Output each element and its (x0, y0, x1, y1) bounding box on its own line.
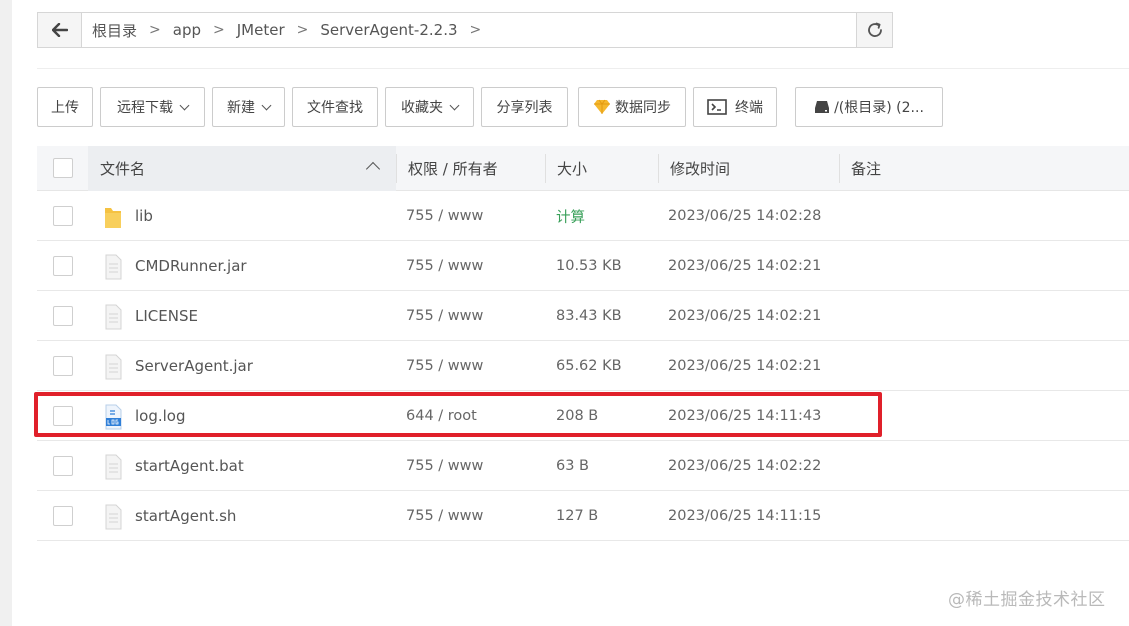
upload-button[interactable]: 上传 (37, 87, 93, 127)
upload-label: 上传 (51, 100, 79, 116)
file-size: 83.43 KB (556, 308, 622, 324)
table-header: 文件名 权限 / 所有者 大小 修改时间 备注 (37, 146, 1129, 191)
watermark: @稀土掘金技术社区 (948, 590, 1106, 610)
file-name[interactable]: startAgent.sh (135, 491, 236, 541)
data-sync-label: 数据同步 (615, 100, 671, 116)
file-size: 65.62 KB (556, 358, 622, 374)
row-checkbox[interactable] (53, 306, 73, 326)
share-list-button[interactable]: 分享列表 (481, 87, 568, 127)
file-name[interactable]: startAgent.bat (135, 441, 244, 491)
file-icon (105, 354, 122, 380)
column-divider (839, 154, 840, 183)
file-permission[interactable]: 755 / www (406, 341, 483, 391)
file-name[interactable]: lib (135, 191, 153, 241)
folder-icon (105, 208, 121, 228)
file-modified-time: 2023/06/25 14:11:15 (668, 508, 822, 524)
file-modified-time: 2023/06/25 14:02:21 (668, 358, 822, 374)
row-checkbox[interactable] (53, 256, 73, 276)
calculate-size-link[interactable]: 计算 (556, 191, 585, 241)
remote-download-button[interactable]: 远程下载 (100, 87, 205, 127)
refresh-icon (867, 22, 882, 37)
breadcrumb-item-root[interactable]: 根目录 (92, 20, 137, 41)
file-modified-time: 2023/06/25 14:02:21 (668, 308, 822, 324)
remote-download-label: 远程下载 (117, 100, 173, 116)
breadcrumb-item-serveragent[interactable]: ServerAgent-2.2.3 (320, 21, 457, 39)
left-panel-edge (0, 0, 12, 626)
breadcrumb-item-app[interactable]: app (173, 21, 201, 39)
divider (37, 68, 1129, 69)
terminal-label: 终端 (735, 100, 763, 116)
file-modified-time: 2023/06/25 14:02:22 (668, 458, 822, 474)
breadcrumb-separator: > (149, 22, 161, 38)
drive-icon (815, 101, 830, 113)
file-permission[interactable]: 755 / www (406, 241, 483, 291)
data-sync-button[interactable]: 数据同步 (578, 87, 686, 127)
table-row[interactable]: startAgent.sh 755 / www 127 B 2023/06/25… (37, 491, 1129, 541)
column-divider (545, 154, 546, 183)
refresh-button[interactable] (856, 13, 892, 47)
breadcrumb-item-jmeter[interactable]: JMeter (237, 21, 285, 39)
column-header-permission[interactable]: 权限 / 所有者 (408, 146, 498, 191)
row-checkbox[interactable] (53, 356, 73, 376)
breadcrumb: 根目录 > app > JMeter > ServerAgent-2.2.3 > (82, 13, 856, 47)
breadcrumb-separator: > (469, 22, 482, 38)
file-permission[interactable]: 755 / www (406, 291, 483, 341)
table-row[interactable]: startAgent.bat 755 / www 63 B 2023/06/25… (37, 441, 1129, 491)
disk-label: /(根目录) (2... (834, 100, 924, 116)
file-name[interactable]: CMDRunner.jar (135, 241, 247, 291)
row-checkbox[interactable] (53, 456, 73, 476)
breadcrumb-separator: > (296, 22, 309, 38)
file-size: 10.53 KB (556, 258, 622, 274)
file-permission[interactable]: 755 / www (406, 191, 483, 241)
table-row[interactable]: ServerAgent.jar 755 / www 65.62 KB 2023/… (37, 341, 1129, 391)
file-name[interactable]: LICENSE (135, 291, 198, 341)
chevron-down-icon (179, 100, 190, 110)
file-permission[interactable]: 755 / www (406, 491, 483, 541)
terminal-button[interactable]: 终端 (693, 87, 777, 127)
row-checkbox[interactable] (53, 506, 73, 526)
file-icon (105, 304, 122, 330)
file-permission[interactable]: 755 / www (406, 441, 483, 491)
file-search-label: 文件查找 (307, 100, 363, 116)
back-button[interactable] (38, 13, 82, 47)
column-divider (658, 154, 659, 183)
share-list-label: 分享列表 (496, 100, 553, 116)
file-icon (105, 254, 122, 280)
chevron-down-icon (261, 100, 272, 110)
file-size: 63 B (556, 458, 590, 474)
highlight-annotation (34, 392, 882, 437)
column-header-modified[interactable]: 修改时间 (670, 146, 730, 191)
table-row[interactable]: lib 755 / www 计算 2023/06/25 14:02:28 (37, 191, 1129, 241)
new-label: 新建 (227, 100, 255, 116)
file-icon (105, 454, 122, 480)
file-name[interactable]: ServerAgent.jar (135, 341, 253, 391)
favorites-label: 收藏夹 (401, 100, 443, 116)
disk-button[interactable]: /(根目录) (2... (795, 87, 943, 127)
arrow-left-icon (51, 23, 68, 37)
file-icon (105, 504, 122, 530)
table-row[interactable]: CMDRunner.jar 755 / www 10.53 KB 2023/06… (37, 241, 1129, 291)
file-modified-time: 2023/06/25 14:02:28 (668, 208, 822, 224)
path-bar: 根目录 > app > JMeter > ServerAgent-2.2.3 > (37, 12, 893, 48)
breadcrumb-separator: > (213, 22, 225, 38)
chevron-down-icon (449, 100, 460, 110)
file-size: 127 B (556, 508, 599, 524)
row-checkbox[interactable] (53, 206, 73, 226)
diamond-icon (594, 99, 610, 114)
column-header-name[interactable]: 文件名 (100, 146, 145, 191)
file-modified-time: 2023/06/25 14:02:21 (668, 258, 822, 274)
new-button[interactable]: 新建 (212, 87, 285, 127)
select-all-checkbox[interactable] (53, 158, 73, 178)
terminal-icon (707, 99, 727, 115)
column-divider (396, 154, 397, 183)
column-header-size[interactable]: 大小 (557, 146, 587, 191)
table-row[interactable]: LICENSE 755 / www 83.43 KB 2023/06/25 14… (37, 291, 1129, 341)
column-header-remark: 备注 (851, 160, 882, 178)
favorites-button[interactable]: 收藏夹 (385, 87, 474, 127)
file-search-button[interactable]: 文件查找 (292, 87, 378, 127)
